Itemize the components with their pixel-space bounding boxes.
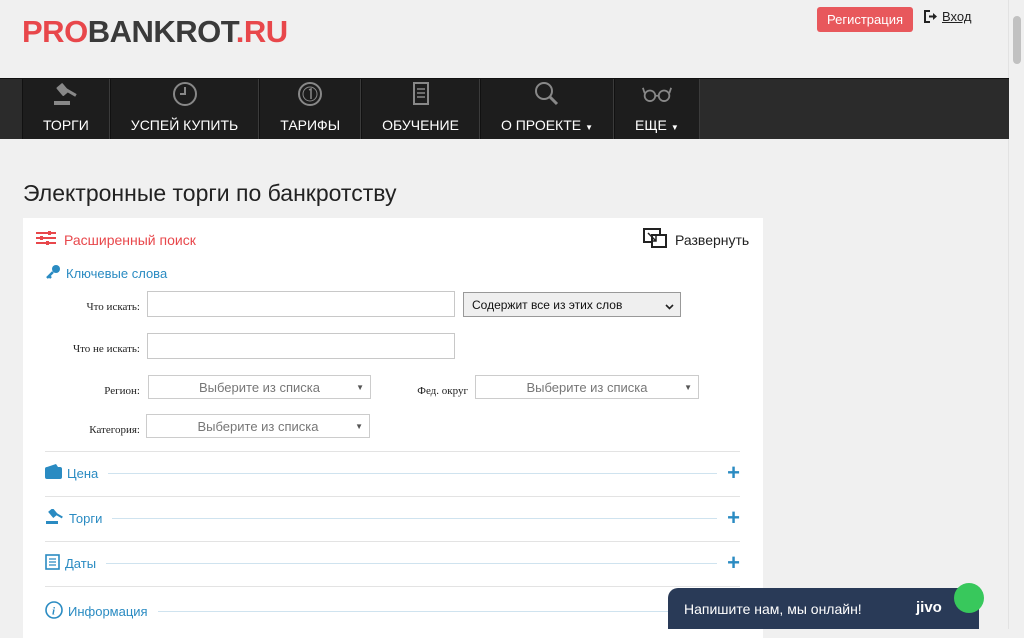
region-select[interactable]: Выберите из списка ▼	[148, 375, 371, 399]
section-line	[157, 610, 730, 612]
not-label: Что не искать:	[72, 343, 140, 355]
info-icon: i	[45, 600, 63, 622]
site-logo[interactable]: PROBANKROT.RU	[22, 14, 288, 50]
plus-icon[interactable]: +	[727, 507, 740, 529]
section-price[interactable]: Цена +	[45, 462, 740, 484]
expand-icon	[643, 228, 667, 251]
login-link[interactable]: Вход	[923, 9, 971, 24]
search-icon	[532, 81, 562, 107]
gavel-icon	[51, 81, 81, 107]
keywords-label: Ключевые слова	[66, 266, 168, 281]
fed-label: Фед. округ	[417, 385, 468, 397]
section-dates[interactable]: Даты +	[45, 552, 740, 574]
page-scrollbar[interactable]	[1008, 0, 1024, 629]
menu-label: ТАРИФЫ	[280, 117, 341, 133]
coin-icon	[295, 81, 325, 107]
login-icon	[923, 9, 937, 24]
svg-text:i: i	[52, 605, 56, 617]
advanced-search-toggle[interactable]: Расширенный поиск	[36, 230, 196, 249]
menu-label: ЕЩЕ ▼	[635, 117, 679, 133]
divider	[45, 451, 740, 452]
category-label: Категория:	[89, 424, 140, 436]
plus-icon[interactable]: +	[727, 462, 740, 484]
expand-button[interactable]: Развернуть	[643, 228, 749, 251]
document-icon	[406, 81, 436, 107]
fed-select[interactable]: Выберите из списка ▼	[475, 375, 699, 399]
jivo-logo: jivo	[916, 599, 942, 616]
section-dates-label: Даты	[65, 555, 97, 571]
menu-label: УСПЕЙ КУПИТЬ	[130, 117, 239, 133]
main-menu: ТОРГИ УСПЕЙ КУПИТЬ ТАРИФЫ ОБУЧЕНИЕ О ПРО…	[0, 78, 1009, 139]
login-label: Вход	[942, 9, 972, 24]
scrollbar-thumb[interactable]	[1013, 16, 1021, 64]
menu-item-eshe[interactable]: ЕЩЕ ▼	[614, 79, 700, 139]
match-mode-select[interactable]: Содержит все из этих слов	[463, 292, 681, 317]
keywords-section[interactable]: Ключевые слова	[45, 264, 167, 283]
chevron-down-icon: ▼	[355, 422, 363, 431]
expand-label: Развернуть	[675, 231, 750, 248]
online-indicator	[954, 583, 984, 613]
region-label: Регион:	[104, 385, 140, 397]
section-info-label: Информация	[68, 603, 148, 619]
chevron-down-icon: ▼	[684, 383, 692, 392]
not-input[interactable]	[147, 333, 455, 359]
fed-placeholder: Выберите из списка	[526, 379, 648, 395]
what-input[interactable]	[147, 291, 455, 317]
page-title: Электронные торги по банкротству	[23, 180, 397, 206]
menu-label: О ПРОЕКТЕ ▼	[500, 117, 594, 133]
menu-item-uspey[interactable]: УСПЕЙ КУПИТЬ	[109, 79, 260, 139]
menu-label: ТОРГИ	[43, 117, 89, 133]
gavel-icon	[45, 508, 64, 527]
register-button[interactable]: Регистрация	[817, 7, 913, 32]
glasses-icon	[641, 81, 672, 107]
menu-label: ОБУЧЕНИЕ	[382, 117, 459, 133]
menu-item-torgi[interactable]: ТОРГИ	[22, 79, 110, 139]
section-torgi-label: Торги	[69, 510, 103, 526]
divider	[45, 541, 740, 542]
region-placeholder: Выберите из списка	[198, 379, 321, 395]
chat-text: Напишите нам, мы онлайн!	[684, 600, 862, 617]
divider	[45, 586, 740, 587]
category-select[interactable]: Выберите из списка ▼	[146, 414, 370, 438]
search-panel: Расширенный поиск Развернуть Ключевые сл…	[23, 218, 763, 638]
advanced-search-label: Расширенный поиск	[64, 231, 196, 248]
menu-item-obuchenie[interactable]: ОБУЧЕНИЕ	[361, 79, 480, 139]
key-icon	[45, 264, 61, 283]
what-label: Что искать:	[86, 301, 141, 313]
chevron-down-icon	[665, 300, 674, 310]
section-torgi[interactable]: Торги +	[45, 507, 740, 529]
document-icon	[45, 553, 60, 573]
section-info[interactable]: i Информация	[45, 600, 740, 622]
chevron-down-icon: ▼	[356, 383, 364, 392]
menu-item-o-proekte[interactable]: О ПРОЕКТЕ ▼	[479, 79, 615, 139]
section-line	[108, 472, 718, 474]
category-placeholder: Выберите из списка	[197, 418, 319, 434]
section-price-label: Цена	[67, 465, 99, 481]
chat-widget[interactable]: Напишите нам, мы онлайн! jivo	[668, 583, 984, 629]
menu-item-tarify[interactable]: ТАРИФЫ	[259, 79, 362, 139]
section-line	[106, 562, 718, 564]
section-line	[112, 517, 718, 519]
wallet-icon	[45, 464, 62, 482]
sliders-icon	[36, 230, 56, 249]
site-header: PROBANKROT.RU Регистрация Вход	[0, 0, 1009, 78]
clock-icon	[170, 81, 200, 107]
match-mode-value: Содержит все из этих слов	[472, 297, 623, 312]
divider	[45, 496, 740, 497]
plus-icon[interactable]: +	[727, 552, 740, 574]
